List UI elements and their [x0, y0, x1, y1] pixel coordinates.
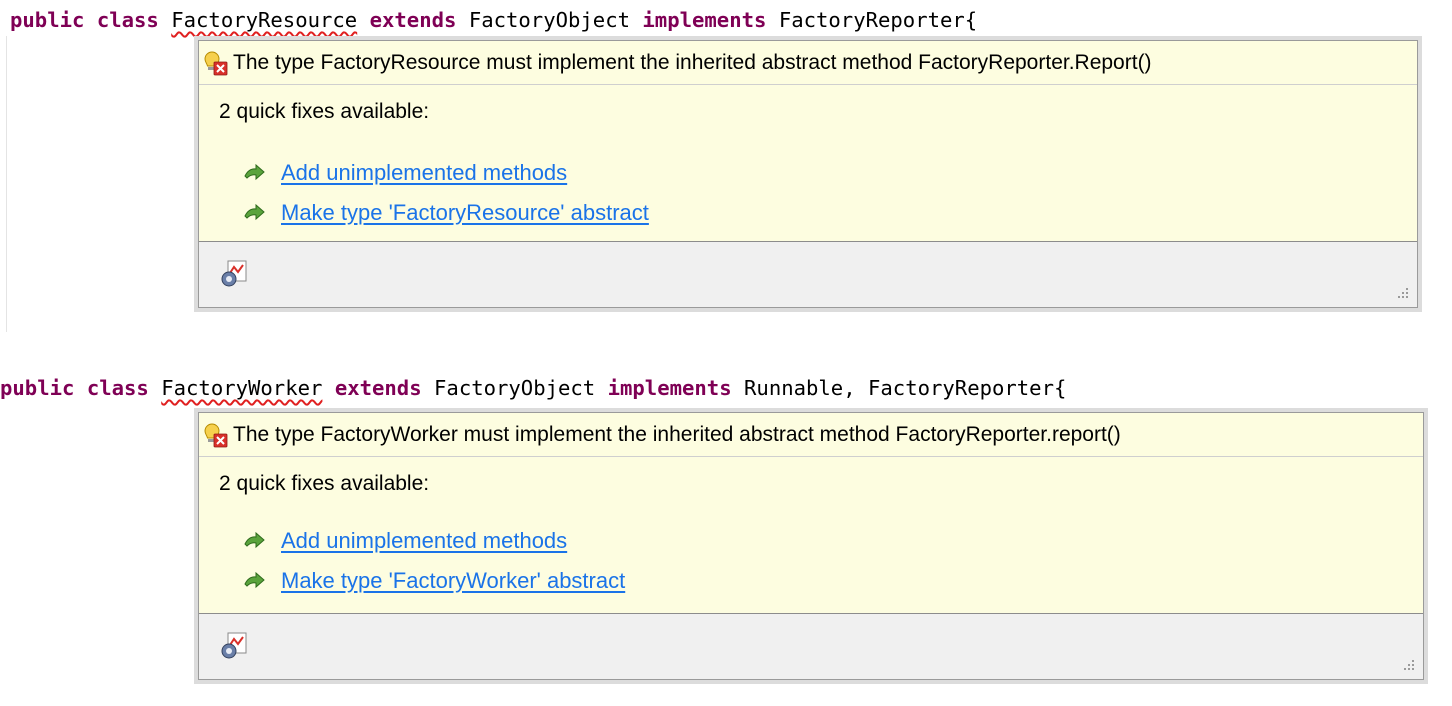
problem-hover-popup: The type FactoryResource must implement … [198, 40, 1418, 308]
configure-problem-severity-icon[interactable] [219, 629, 251, 661]
problem-bulb-error-icon [204, 422, 228, 447]
keyword-implements: implements [642, 8, 767, 32]
keyword-extends: extends [334, 376, 422, 400]
interface-list: FactoryReporter{ [778, 8, 978, 32]
quick-fix-item[interactable]: Make type 'FactoryResource' abstract [243, 199, 649, 227]
problem-message: The type FactoryWorker must implement th… [233, 422, 1121, 446]
quick-fix-arrow-icon [244, 164, 265, 181]
problem-bulb-error-icon [204, 50, 228, 75]
resize-grip[interactable] [1399, 655, 1417, 673]
problem-message: The type FactoryResource must implement … [233, 50, 1152, 74]
quick-fix-arrow-icon [244, 204, 265, 221]
problem-hover-popup: The type FactoryWorker must implement th… [198, 412, 1424, 680]
quick-fix-link-add-unimplemented[interactable]: Add unimplemented methods [281, 528, 567, 554]
quick-fix-item[interactable]: Make type 'FactoryWorker' abstract [243, 567, 625, 595]
superclass-name: FactoryObject [468, 8, 630, 32]
keyword-class: class [96, 8, 159, 32]
superclass-name: FactoryObject [434, 376, 596, 400]
configure-problem-severity-icon[interactable] [219, 257, 251, 289]
class-name-with-error[interactable]: FactoryResource [171, 8, 357, 32]
quick-fix-arrow-icon [244, 532, 265, 549]
keyword-class: class [86, 376, 149, 400]
hover-content: The type FactoryWorker must implement th… [199, 413, 1423, 614]
interface-list: Runnable, FactoryReporter{ [744, 376, 1067, 400]
quick-fixes-title: 2 quick fixes available: [219, 100, 430, 123]
keyword-public: public [10, 8, 85, 32]
quick-fix-item[interactable]: Add unimplemented methods [243, 159, 567, 187]
class-name-with-error[interactable]: FactoryWorker [161, 376, 322, 400]
quick-fix-item[interactable]: Add unimplemented methods [243, 527, 567, 555]
quick-fix-arrow-icon [244, 572, 265, 589]
quick-fix-link-make-abstract[interactable]: Make type 'FactoryResource' abstract [281, 200, 649, 226]
quick-fix-link-add-unimplemented[interactable]: Add unimplemented methods [281, 160, 567, 186]
resize-grip[interactable] [1393, 283, 1411, 301]
keyword-implements: implements [607, 376, 732, 400]
problem-message-row: The type FactoryResource must implement … [199, 41, 1417, 85]
quick-fixes-title: 2 quick fixes available: [219, 472, 430, 495]
code-line-class-declaration[interactable]: public class FactoryResource extends Fac… [10, 6, 977, 34]
quick-fix-link-make-abstract[interactable]: Make type 'FactoryWorker' abstract [281, 568, 625, 594]
code-line-class-declaration[interactable]: public class FactoryWorker extends Facto… [0, 374, 1066, 402]
hover-content: The type FactoryResource must implement … [199, 41, 1417, 242]
keyword-extends: extends [369, 8, 457, 32]
problem-message-row: The type FactoryWorker must implement th… [199, 413, 1423, 457]
keyword-public: public [0, 376, 75, 400]
editor-gutter-line [6, 36, 7, 332]
